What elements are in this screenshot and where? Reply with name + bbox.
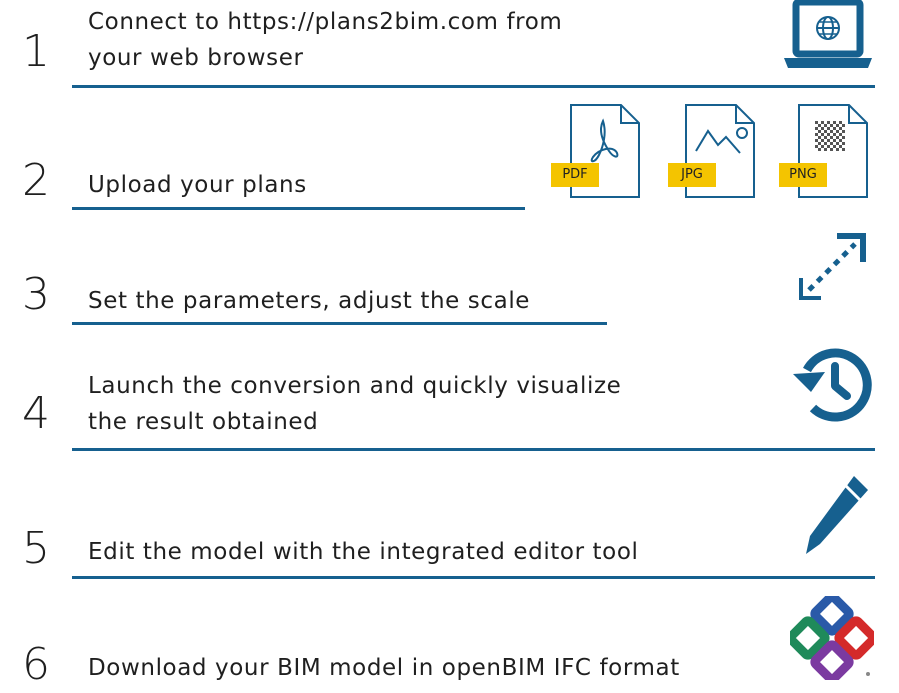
divider	[72, 85, 875, 88]
step-text-line: the result obtained	[88, 409, 319, 435]
png-tag: PNG	[779, 163, 827, 187]
divider	[72, 448, 875, 451]
divider	[72, 207, 525, 210]
step-number: 6	[22, 639, 50, 690]
pencil-icon	[806, 476, 868, 554]
resize-arrows-icon	[799, 233, 866, 300]
step-number: 5	[22, 523, 50, 574]
step-number: 3	[22, 269, 50, 320]
divider	[72, 322, 607, 325]
jpg-tag: JPG	[668, 163, 716, 187]
step-text-line: your web browser	[88, 45, 304, 71]
step-text-line: Edit the model with the integrated edito…	[88, 539, 639, 565]
step-text-line: Launch the conversion and quickly visual…	[88, 373, 622, 399]
step-number: 2	[22, 155, 50, 206]
step-text-line: Download your BIM model in openBIM IFC f…	[88, 655, 680, 681]
pdf-tag: PDF	[551, 163, 599, 187]
step-number: 4	[22, 388, 50, 439]
history-clock-icon	[793, 348, 872, 422]
step-text-line: Set the parameters, adjust the scale	[88, 288, 531, 314]
step-number: 1	[22, 26, 50, 77]
divider	[72, 576, 875, 579]
step-text-line: Upload your plans	[88, 172, 307, 198]
ifc-logo-icon	[790, 596, 874, 680]
laptop-globe-icon	[784, 0, 872, 68]
step-text-line: Connect to https://plans2bim.com from	[88, 9, 563, 35]
